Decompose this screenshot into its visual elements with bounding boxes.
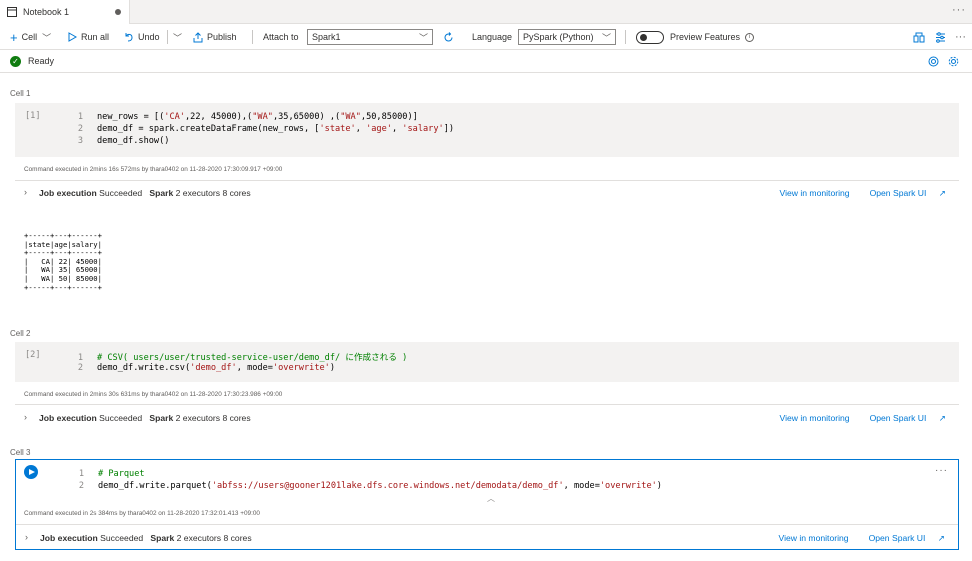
cell-1-output: +-----+---+------+ |state|age|salary| +-… [24,231,102,292]
run-cell-button[interactable] [24,465,38,479]
add-cell-button[interactable]: + Cell ﹀ [10,24,51,50]
code-line: 2 demo_df.write.parquet('abfss://users@go… [78,481,662,491]
view-in-monitoring-link[interactable]: View in monitoring [780,413,850,423]
chevron-down-icon: ﹀ [42,32,52,43]
cell-2-label: Cell 2 [10,329,31,338]
cell-2-job-row[interactable]: › Job execution Succeeded Spark 2 execut… [15,408,959,428]
open-spark-ui-link[interactable]: Open Spark UI ↗ [859,533,945,543]
cell-3-code[interactable]: ··· 1 # Parquet 2 demo_df.write.parquet('a… [16,460,958,503]
publish-label: Publish [207,32,237,42]
external-link-icon: ↗ [938,188,946,198]
code-line: 2 demo_df = spark.createDataFrame(new_row… [77,124,455,134]
cell-2-exec-meta: Command executed in 2mins 30s 631ms by t… [24,391,283,398]
target-icon[interactable] [928,56,939,67]
code-line: 3 demo_df.show() [77,136,170,146]
preview-features: Preview Features i [670,24,755,50]
chevron-right-icon[interactable]: › [24,187,27,197]
cell-3-frame[interactable]: ··· 1 # Parquet 2 demo_df.write.parquet('a… [15,459,959,550]
publish-button[interactable]: Publish [193,24,237,50]
toolbar: + Cell ﹀ Run all Undo ﹀ Publish Attach t… [0,24,972,50]
preview-features-label: Preview Features [670,32,741,42]
refresh-icon [444,31,453,41]
cell-1-label: Cell 1 [10,89,31,98]
attach-to-dropdown[interactable]: Spark1 ﹀ [307,29,433,45]
unsaved-dot-icon [115,9,121,15]
code-line: 2 demo_df.write.csv('demo_df', mode='over… [77,363,336,373]
run-all-label: Run all [81,32,110,42]
run-all-button[interactable]: Run all [68,24,109,50]
play-icon [68,32,77,42]
toolbar-more-icon[interactable]: ··· [955,24,966,50]
settings-sliders-button[interactable] [935,24,946,50]
undo-icon [125,33,133,42]
code-line: 1 new_rows = [('CA',22, 45000),("WA",35,6… [77,112,418,122]
checkmark-icon: ✓ [10,56,21,67]
tab-notebook-1[interactable]: Notebook 1 [0,0,130,24]
add-cell-label: Cell [21,32,38,42]
language-dropdown[interactable]: PySpark (Python) ﹀ [518,29,616,45]
chevron-right-icon[interactable]: › [25,532,28,542]
preview-features-toggle[interactable] [636,31,664,44]
sliders-icon [936,31,945,43]
more-options-icon[interactable]: ··· [952,4,966,16]
cell-3-exec-meta: Command executed in 2s 384ms by thara040… [24,510,260,517]
open-spark-ui-link[interactable]: Open Spark UI ↗ [860,413,946,423]
tab-bar: Notebook 1 ··· [0,0,972,24]
cell-1-code[interactable]: [1] 1 new_rows = [('CA',22, 45000),("WA",… [15,103,959,157]
cell-more-icon[interactable]: ··· [935,465,948,476]
code-line: 1 # Parquet [78,469,145,479]
refresh-button[interactable] [443,24,454,50]
collapse-chevron-icon[interactable]: ︿ [487,493,495,504]
attach-to-label: Attach to [263,32,299,42]
tab-title: Notebook 1 [23,7,70,17]
status-bar: ✓ Ready [0,51,972,73]
execution-count: [2] [25,350,41,360]
view-in-monitoring-link[interactable]: View in monitoring [779,533,849,543]
chevron-down-icon: ﹀ [173,32,183,43]
undo-button[interactable]: Undo [124,24,160,50]
notebook-icon [7,7,17,17]
cell-3-label: Cell 3 [10,448,31,457]
cell-1-exec-meta: Command executed in 2mins 16s 572ms by t… [24,166,283,173]
open-spark-ui-link[interactable]: Open Spark UI ↗ [860,188,946,198]
attach-to-value: Spark1 [312,32,341,42]
chevron-down-icon: ﹀ [418,33,428,43]
language-value: PySpark (Python) [523,32,594,42]
chevron-right-icon[interactable]: › [24,412,27,422]
plus-icon: + [10,29,18,45]
undo-dropdown[interactable]: ﹀ [173,24,182,50]
undo-label: Undo [138,32,160,42]
properties-button[interactable] [913,24,925,50]
cell-3-job-row[interactable]: › Job execution Succeeded Spark 2 execut… [16,528,958,548]
info-icon[interactable]: i [745,32,755,42]
code-line: 1 # CSV( users/user/trusted-service-user/… [77,353,408,363]
external-link-icon: ↗ [937,533,945,543]
status-text: Ready [28,56,55,66]
external-link-icon: ↗ [938,413,946,423]
cell-1-job-row[interactable]: › Job execution Succeeded Spark 2 execut… [15,183,959,203]
properties-icon [913,32,925,42]
execution-count: [1] [25,111,41,121]
language-label: Language [472,32,513,42]
chevron-down-icon: ﹀ [601,33,611,43]
view-in-monitoring-link[interactable]: View in monitoring [780,188,850,198]
cell-2-code[interactable]: [2] 1 # CSV( users/user/trusted-service-u… [15,342,959,382]
publish-icon [193,31,203,42]
gear-icon[interactable] [948,56,959,67]
